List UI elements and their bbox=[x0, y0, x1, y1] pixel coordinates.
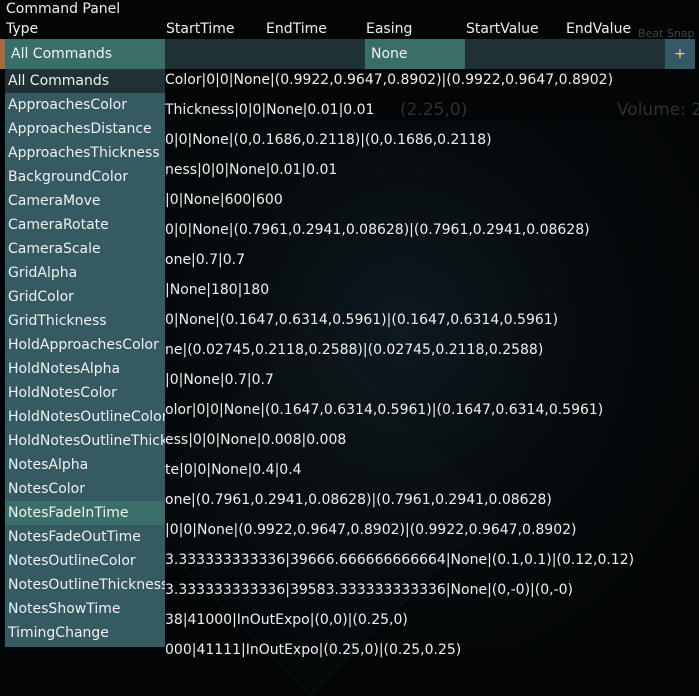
dropdown-option[interactable]: All Commands bbox=[5, 69, 165, 93]
column-header-end-value: EndValue bbox=[566, 21, 632, 37]
dropdown-option[interactable]: HoldNotesOutlineThickness bbox=[5, 429, 165, 453]
column-header-end-time: EndTime bbox=[266, 21, 327, 37]
dropdown-option[interactable]: HoldNotesColor bbox=[5, 381, 165, 405]
dropdown-option[interactable]: HoldNotesOutlineColor bbox=[5, 405, 165, 429]
dropdown-option[interactable]: GridColor bbox=[5, 285, 165, 309]
dropdown-option[interactable]: HoldNotesAlpha bbox=[5, 357, 165, 381]
dropdown-option[interactable]: NotesShowTime bbox=[5, 597, 165, 621]
column-header-start-value: StartValue bbox=[466, 21, 539, 37]
dropdown-option[interactable]: TimingChange bbox=[5, 621, 165, 645]
dropdown-option[interactable]: GridThickness bbox=[5, 309, 165, 333]
dropdown-option[interactable]: NotesFadeInTime bbox=[5, 501, 165, 525]
easing-filter-dropdown[interactable]: None bbox=[365, 39, 465, 69]
column-header-easing: Easing bbox=[366, 21, 413, 37]
dropdown-option[interactable]: HoldApproachesColor bbox=[5, 333, 165, 357]
dropdown-option[interactable]: ApproachesDistance bbox=[5, 117, 165, 141]
dropdown-option[interactable]: CameraMove bbox=[5, 189, 165, 213]
plus-icon: + bbox=[674, 46, 686, 62]
column-header-start-time: StartTime bbox=[166, 21, 235, 37]
add-command-button[interactable]: + bbox=[665, 39, 695, 69]
panel-title: Command Panel bbox=[6, 1, 121, 17]
dropdown-option[interactable]: ApproachesThickness bbox=[5, 141, 165, 165]
dropdown-option[interactable]: NotesOutlineThickness bbox=[5, 573, 165, 597]
dropdown-option[interactable]: NotesColor bbox=[5, 477, 165, 501]
dropdown-option[interactable]: NotesFadeOutTime bbox=[5, 525, 165, 549]
dropdown-option[interactable]: GridAlpha bbox=[5, 261, 165, 285]
dropdown-option[interactable]: CameraRotate bbox=[5, 213, 165, 237]
dropdown-option[interactable]: NotesOutlineColor bbox=[5, 549, 165, 573]
dropdown-option[interactable]: CameraScale bbox=[5, 237, 165, 261]
type-dropdown-menu: All Commands ApproachesColor ApproachesDis… bbox=[5, 69, 165, 647]
dropdown-option[interactable]: BackgroundColor bbox=[5, 165, 165, 189]
dropdown-option[interactable]: NotesAlpha bbox=[5, 453, 165, 477]
column-header-type: Type bbox=[6, 21, 39, 37]
dropdown-option[interactable]: ApproachesColor bbox=[5, 93, 165, 117]
type-filter-dropdown[interactable]: All Commands bbox=[5, 39, 165, 69]
